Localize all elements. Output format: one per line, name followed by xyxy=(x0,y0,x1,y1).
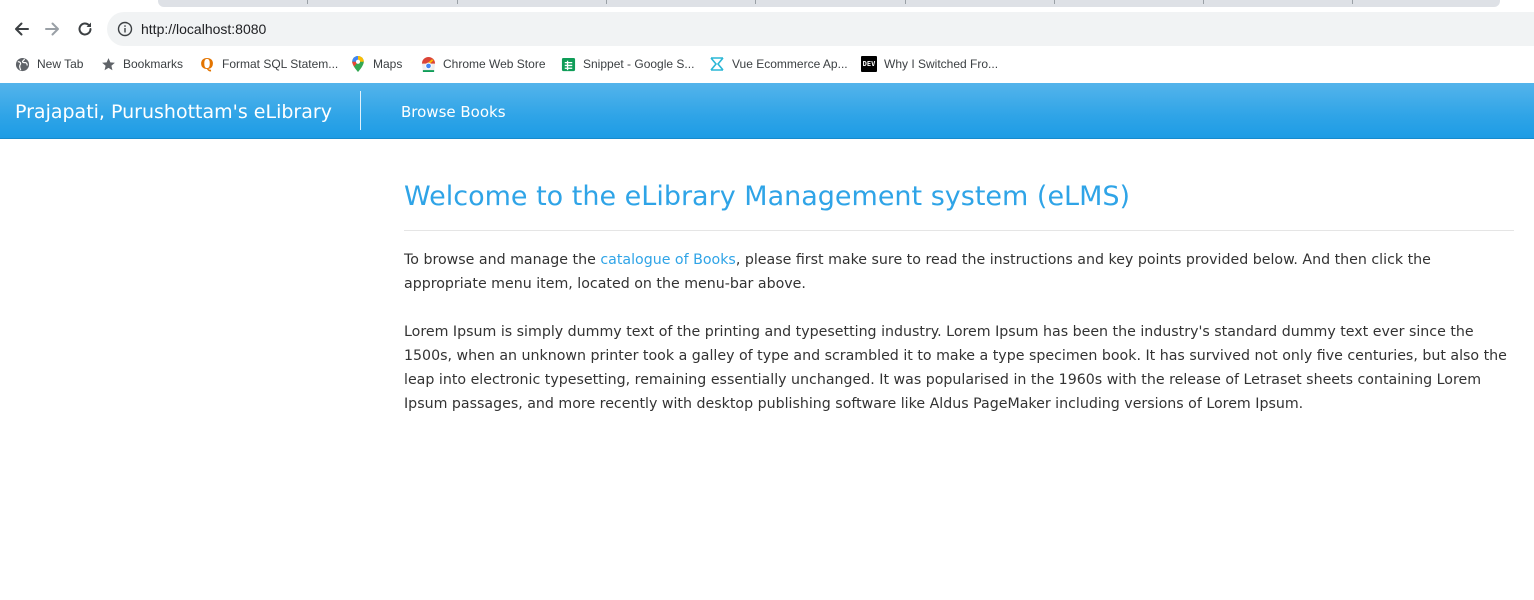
chrome-web-store-icon xyxy=(420,56,436,72)
format-sql-icon: Q xyxy=(200,55,214,73)
vue-ecommerce-icon xyxy=(709,56,725,72)
bookmark-why-i-switched[interactable]: DEV Why I Switched Fro... xyxy=(861,54,998,74)
main-content: Welcome to the eLibrary Management syste… xyxy=(404,160,1516,440)
back-button[interactable] xyxy=(9,17,33,41)
page-title: Welcome to the eLibrary Management syste… xyxy=(404,181,1131,212)
navbar-divider xyxy=(360,91,361,130)
url-text[interactable]: http://localhost:8080 xyxy=(141,12,266,46)
bookmark-format-sql[interactable]: Q Format SQL Statem... xyxy=(199,54,338,74)
bookmark-label: Snippet - Google S... xyxy=(583,57,695,71)
globe-icon xyxy=(14,56,30,72)
bookmarks-bar: New Tab Bookmarks Q Format SQL Statem...… xyxy=(0,49,1534,79)
bookmark-maps[interactable]: Maps xyxy=(350,54,402,74)
bookmark-label: Format SQL Statem... xyxy=(222,57,339,71)
tab-strip-bar xyxy=(158,0,1500,7)
navbar-brand[interactable]: Prajapati, Purushottam's eLibrary xyxy=(15,83,332,139)
lorem-paragraph: Lorem Ipsum is simply dummy text of the … xyxy=(404,324,1507,412)
app-navbar: Prajapati, Purushottam's eLibrary Browse… xyxy=(0,83,1534,139)
tab-separator xyxy=(755,0,756,4)
bookmark-label: New Tab xyxy=(37,57,84,71)
intro-paragraph: To browse and manage the catalogue of Bo… xyxy=(404,248,1516,296)
tab-separator xyxy=(1203,0,1204,4)
tab-separator xyxy=(457,0,458,4)
bookmark-chrome-web-store[interactable]: Chrome Web Store xyxy=(420,54,546,74)
bookmark-vue-ecommerce[interactable]: Vue Ecommerce Ap... xyxy=(709,54,848,74)
tab-separator xyxy=(307,0,308,4)
tab-separator xyxy=(1352,0,1353,4)
tab-separator xyxy=(606,0,607,4)
address-bar[interactable]: http://localhost:8080 xyxy=(107,12,1534,46)
bookmark-snippet-google-sheets[interactable]: Snippet - Google S... xyxy=(560,54,694,74)
reload-button[interactable] xyxy=(73,17,97,41)
tab-strip xyxy=(0,0,1534,9)
catalogue-link[interactable]: catalogue of Books xyxy=(600,252,736,268)
maps-pin-icon xyxy=(350,56,366,72)
arrow-right-icon xyxy=(45,22,59,36)
bookmark-bookmarks[interactable]: Bookmarks xyxy=(100,54,183,74)
bookmark-label: Why I Switched Fro... xyxy=(884,57,999,71)
google-sheets-icon xyxy=(560,56,576,72)
dev-icon: DEV xyxy=(861,56,877,72)
forward-button[interactable] xyxy=(41,17,65,41)
bookmark-label: Maps xyxy=(373,57,403,71)
info-icon[interactable] xyxy=(117,21,133,37)
bookmark-label: Bookmarks xyxy=(123,57,184,71)
bookmark-label: Chrome Web Store xyxy=(443,57,546,71)
bookmark-label: Vue Ecommerce Ap... xyxy=(732,57,848,71)
star-icon xyxy=(100,56,116,72)
reload-icon xyxy=(78,22,92,36)
arrow-left-icon xyxy=(15,22,29,36)
intro-text-before: To browse and manage the xyxy=(404,252,601,268)
nav-link-browse-books[interactable]: Browse Books xyxy=(401,83,506,139)
bookmark-new-tab[interactable]: New Tab xyxy=(14,54,83,74)
tab-separator xyxy=(905,0,906,4)
browser-toolbar: http://localhost:8080 xyxy=(0,9,1534,49)
tab-separator xyxy=(1054,0,1055,4)
